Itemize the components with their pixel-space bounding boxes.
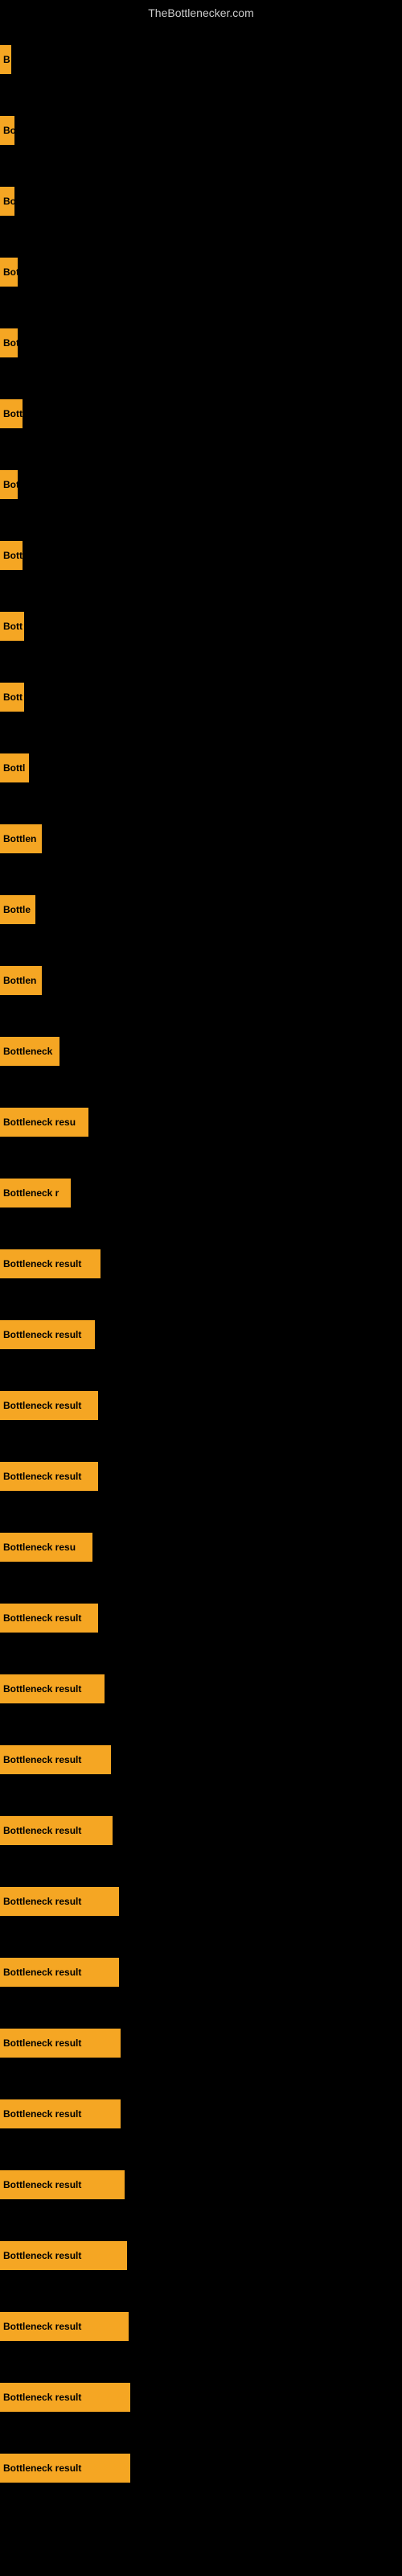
bar-row: Bottleneck result [0,2291,402,2362]
bar-label: Bottleneck result [0,2383,130,2412]
bar-row: Bottleneck r [0,1158,402,1228]
bar-row: Bottle [0,874,402,945]
bar-label: Bottleneck result [0,2241,127,2270]
bar-row: Bo [0,166,402,237]
bar-label: Bottleneck result [0,1816,113,1845]
bar-label: Bott [0,683,24,712]
bar-label: Bot [0,328,18,357]
bar-label: Bo [0,116,14,145]
bar-row: Bottleneck result [0,1583,402,1653]
bar-label: B [0,45,11,74]
bar-label: Bottleneck result [0,1249,100,1278]
bar-label: Bottleneck r [0,1179,71,1208]
site-title: TheBottlenecker.com [0,0,402,23]
bar-label: Bottleneck result [0,2029,121,2058]
bar-label: Bottlen [0,966,42,995]
bar-label: Bottleneck result [0,1887,119,1916]
bar-row: Bottleneck resu [0,1087,402,1158]
bar-row: Bottleneck result [0,1370,402,1441]
bar-row: Bottlen [0,803,402,874]
bar-row: Bottleneck result [0,1937,402,2008]
bar-row: Bottleneck result [0,2149,402,2220]
bar-label: Bott [0,541,23,570]
bar-label: Bottleneck [0,1037,59,1066]
bar-row: Bot [0,308,402,378]
bar-row: Bottleneck result [0,1795,402,1866]
bar-row: Bottleneck result [0,2433,402,2504]
bar-row: Bottleneck [0,1016,402,1087]
bar-row: Bot [0,237,402,308]
bar-row: Bottleneck result [0,1866,402,1937]
bar-label: Bott [0,399,23,428]
bar-row: Bottleneck result [0,1441,402,1512]
bar-row: Bottleneck result [0,2362,402,2433]
bar-label: Bottleneck result [0,2312,129,2341]
bar-row: Bott [0,378,402,449]
bar-row: Bottleneck result [0,1228,402,1299]
bar-row: Bottleneck result [0,1299,402,1370]
bar-row: Bo [0,95,402,166]
bar-row: Bottlen [0,945,402,1016]
bar-label: Bottleneck result [0,1958,119,1987]
bar-label: Bot [0,258,18,287]
bar-label: Bottleneck result [0,2099,121,2128]
bar-row: Bott [0,520,402,591]
bar-label: Bottleneck result [0,1674,105,1703]
bar-label: Bottle [0,895,35,924]
bar-label: Bottl [0,753,29,782]
bar-row: Bott [0,591,402,662]
bar-row: Bot [0,449,402,520]
bar-row: Bottleneck result [0,2008,402,2079]
bar-label: Bottleneck result [0,1391,98,1420]
bar-row: Bottleneck result [0,1724,402,1795]
bar-label: Bottleneck resu [0,1533,92,1562]
bar-label: Bottleneck resu [0,1108,88,1137]
bar-row: Bottleneck result [0,2220,402,2291]
bar-label: Bottleneck result [0,1745,111,1774]
bar-label: Bo [0,187,14,216]
bar-row: Bottleneck result [0,1653,402,1724]
bar-label: Bottleneck result [0,2454,130,2483]
bar-label: Bottleneck result [0,1320,95,1349]
bar-label: Bot [0,470,18,499]
bar-label: Bottleneck result [0,1462,98,1491]
bar-row: Bottl [0,733,402,803]
bar-label: Bottlen [0,824,42,853]
bar-label: Bottleneck result [0,2170,125,2199]
bar-row: Bott [0,662,402,733]
bar-row: B [0,24,402,95]
bar-row: Bottleneck resu [0,1512,402,1583]
bar-label: Bott [0,612,24,641]
bar-row: Bottleneck result [0,2079,402,2149]
bar-label: Bottleneck result [0,1604,98,1633]
bars-container: B Bo Bo Bot Bot Bott Bot Bott Bott Bott Bottl Bottl… [0,24,402,2504]
